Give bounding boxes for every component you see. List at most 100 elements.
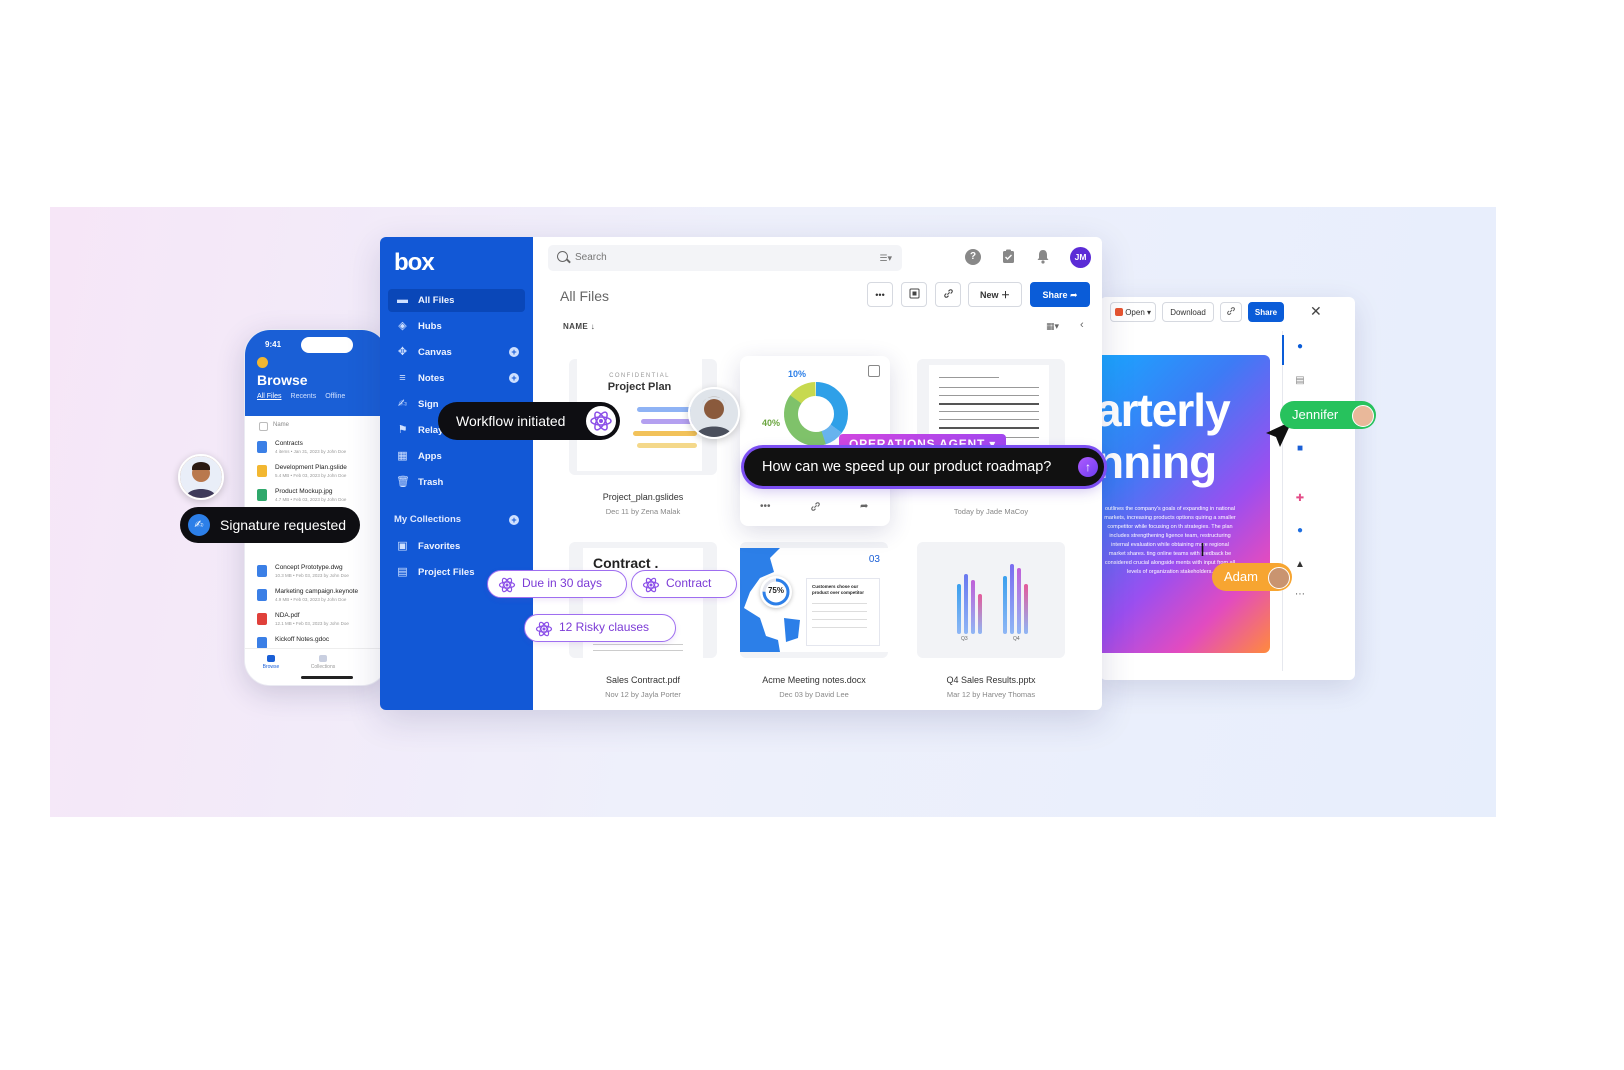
- search-placeholder: Search: [575, 252, 607, 263]
- dynamic-island: [301, 337, 353, 353]
- mobile-file-list: Contracts 4 items • Jan 31, 2023 by John …: [245, 438, 387, 510]
- user-avatar-man: [178, 454, 224, 500]
- mobile-file-row[interactable]: Concept Prototype.dwg 10.3 MB • Feb 03, 2…: [245, 562, 387, 586]
- sidebar-item-apps[interactable]: ▦ Apps: [388, 445, 525, 468]
- operations-agent-avatar: [688, 387, 740, 439]
- text-cursor-icon: I: [1200, 540, 1206, 560]
- user-avatar[interactable]: JM: [1070, 247, 1091, 268]
- tag-risky-clauses[interactable]: 12 Risky clauses: [524, 614, 676, 642]
- mobile-file-row[interactable]: Development Plan.gslide 5.4 MB • Feb 03, …: [245, 462, 387, 486]
- copy-link-toolbar-button[interactable]: [935, 282, 961, 307]
- mobile-nav-browse[interactable]: Browse: [251, 655, 291, 670]
- mobile-file-name: Marketing campaign.keynote: [275, 588, 359, 595]
- progress-value: 75%: [767, 586, 784, 595]
- add-collection-icon[interactable]: +: [509, 515, 519, 525]
- tag-contract[interactable]: Contract: [631, 570, 737, 598]
- slide-heading-line-2: nning: [1100, 436, 1217, 488]
- sidebar-item-notes[interactable]: ≡ Notes +: [388, 367, 525, 390]
- collections-heading: My Collections: [394, 514, 462, 525]
- collapse-panel-icon[interactable]: ‹: [1080, 319, 1084, 331]
- slack-icon[interactable]: ✚: [1294, 493, 1306, 505]
- add-icon[interactable]: +: [509, 373, 519, 383]
- sidebar-item-trash[interactable]: 🗑 Trash: [388, 471, 525, 494]
- new-button[interactable]: New ＋: [968, 282, 1022, 307]
- notifications-icon[interactable]: [1035, 249, 1051, 265]
- comments-icon[interactable]: ●: [1294, 341, 1306, 353]
- mobile-file-name: Concept Prototype.dwg: [275, 564, 343, 571]
- share-icon[interactable]: ➦: [860, 501, 868, 512]
- close-icon[interactable]: ✕: [1310, 303, 1322, 320]
- select-all-checkbox[interactable]: [259, 422, 268, 431]
- ai-prompt-input[interactable]: How can we speed up our product roadmap?…: [744, 448, 1104, 486]
- tasks-icon[interactable]: [1000, 249, 1016, 265]
- thumbnail-bar: [1017, 568, 1021, 634]
- q4-label: Q4: [1013, 636, 1020, 642]
- mobile-file-meta: 4 items • Jan 31, 2023 by John Doe: [275, 449, 347, 454]
- more-options-button[interactable]: •••: [867, 282, 893, 307]
- link-icon[interactable]: [810, 501, 821, 515]
- highlight-title: Customers chose our product over competi…: [812, 584, 865, 595]
- share-button[interactable]: Share ➦: [1030, 282, 1090, 307]
- file-name[interactable]: Acme Meeting notes.docx: [734, 675, 894, 685]
- filter-icon[interactable]: ☰▾: [879, 253, 892, 264]
- plus-icon: ＋: [1001, 290, 1011, 300]
- thumbnail-bar: [1010, 564, 1014, 634]
- checklist-line: [812, 611, 867, 612]
- sort-arrow-icon: ↓: [590, 322, 596, 331]
- acrobat-icon[interactable]: ▲: [1294, 559, 1306, 571]
- ai-atom-icon: [586, 406, 616, 436]
- file-name[interactable]: Project_plan.gslides: [563, 492, 723, 502]
- send-button[interactable]: ↑: [1078, 457, 1098, 477]
- mobile-bottom-nav: Browse Collections: [245, 648, 387, 685]
- file-name[interactable]: Q4 Sales Results.pptx: [911, 675, 1071, 685]
- download-button[interactable]: Download: [1162, 302, 1214, 322]
- sidebar-item-hubs[interactable]: ◈ Hubs: [388, 315, 525, 338]
- mobile-tab-offline[interactable]: Offline: [325, 393, 345, 400]
- mobile-tab-recents[interactable]: Recents: [291, 393, 317, 400]
- mobile-profile-icon[interactable]: [257, 357, 268, 368]
- copy-link-button[interactable]: [1220, 302, 1242, 322]
- file-meta: Nov 12 by Jayla Porter: [605, 690, 681, 699]
- open-button[interactable]: Open ▾: [1110, 302, 1156, 322]
- file-card-acme-notes[interactable]: 03 75% Customers chose our product over …: [740, 542, 888, 658]
- favorites-icon: ▣: [397, 540, 408, 552]
- ai-atom-icon: [642, 577, 660, 593]
- grid-view-icon[interactable]: ▦▾: [1046, 321, 1059, 332]
- mobile-file-row[interactable]: Contracts 4 items • Jan 31, 2023 by John …: [245, 438, 387, 462]
- mobile-file-row[interactable]: Marketing campaign.keynote 4.9 MB • Feb 0…: [245, 586, 387, 610]
- sidebar-item-all-files[interactable]: ▬ All Files: [388, 289, 525, 312]
- more-icon[interactable]: •••: [760, 501, 771, 512]
- search-input[interactable]: Search ☰▾: [548, 245, 902, 271]
- contract-line: [593, 650, 683, 651]
- page-title: All Files: [560, 288, 610, 304]
- collections-icon: [319, 655, 327, 662]
- workflow-initiated-pill: Workflow initiated: [438, 402, 620, 440]
- more-apps-icon[interactable]: ⋯: [1294, 589, 1306, 601]
- workflow-initiated-text: Workflow initiated: [456, 413, 566, 429]
- sort-by-name[interactable]: NAME ↓: [563, 322, 595, 331]
- mobile-file-name: Kickoff Notes.gdoc: [275, 636, 330, 643]
- help-icon[interactable]: ?: [965, 249, 981, 265]
- sidebar-item-label: Favorites: [418, 541, 461, 552]
- sidebar-item-favorites[interactable]: ▣ Favorites: [388, 535, 525, 558]
- mobile-nav-collections[interactable]: Collections: [303, 655, 343, 670]
- sidebar-item-canvas[interactable]: ✥ Canvas +: [388, 341, 525, 364]
- link-icon: [943, 289, 953, 298]
- thumbnail-bar: [971, 580, 975, 634]
- preview-share-button[interactable]: Share: [1248, 302, 1284, 322]
- mobile-file-row[interactable]: NDA.pdf 12.1 MB • Feb 03, 2023 by John Do…: [245, 610, 387, 634]
- mobile-tab-all-files[interactable]: All Files: [257, 393, 282, 400]
- zoom-icon[interactable]: ●: [1294, 525, 1306, 537]
- upload-button[interactable]: [901, 282, 927, 307]
- tag-due-in-30-days[interactable]: Due in 30 days: [487, 570, 627, 598]
- notes-icon: ≡: [399, 372, 406, 384]
- rail-active-indicator: [1282, 335, 1284, 365]
- file-name[interactable]: Sales Contract.pdf: [563, 675, 723, 685]
- box-logo[interactable]: box: [394, 249, 435, 277]
- select-checkbox[interactable]: [868, 365, 880, 377]
- details-icon[interactable]: ▤: [1294, 375, 1306, 387]
- form-line: [939, 419, 1039, 420]
- sidebar-item-label: Hubs: [418, 321, 442, 332]
- add-icon[interactable]: +: [509, 347, 519, 357]
- file-card-q4-results[interactable]: Q3 Q4: [917, 542, 1065, 658]
